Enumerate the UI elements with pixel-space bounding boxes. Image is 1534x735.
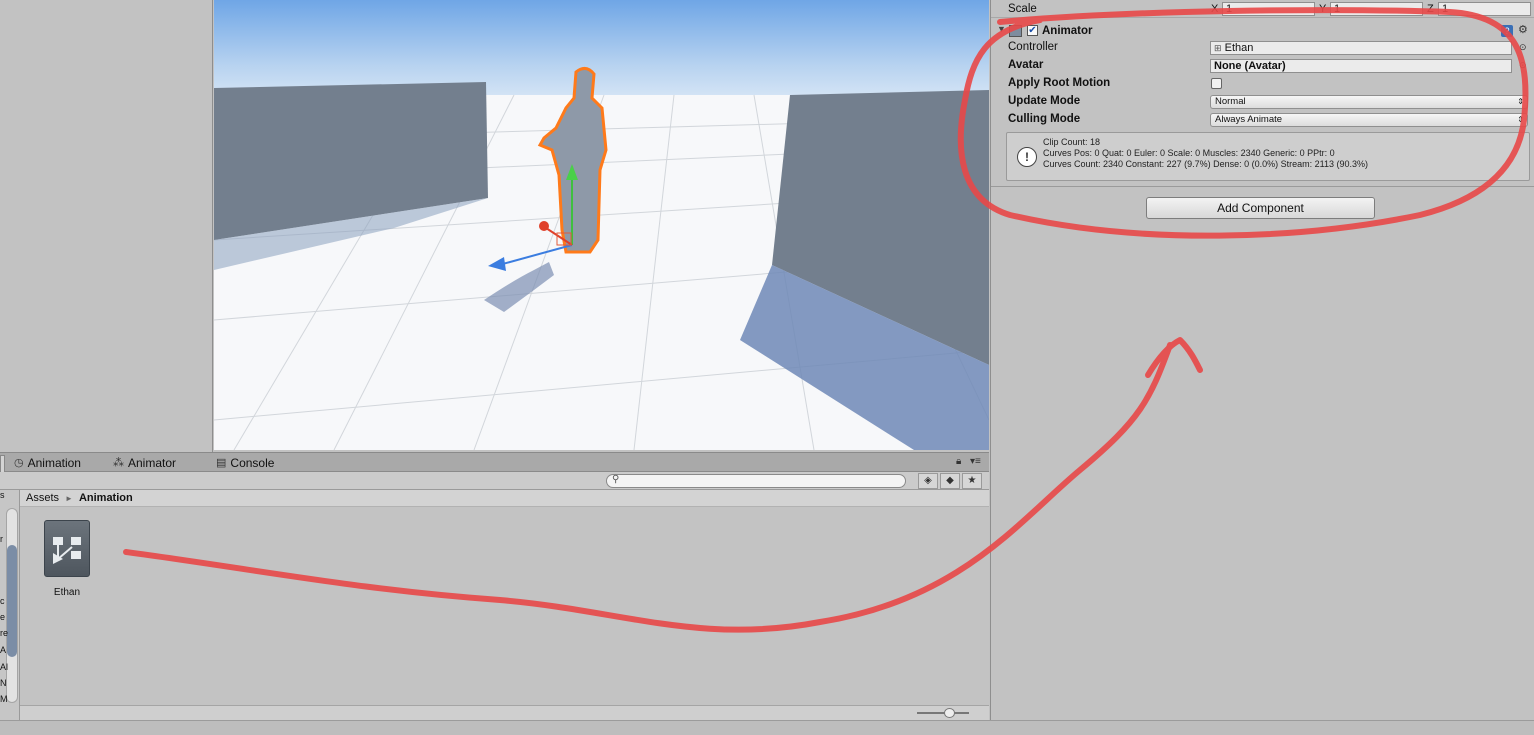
- tree-item[interactable]: Al: [0, 662, 8, 672]
- panel-menu-icon[interactable]: ▾≡: [970, 456, 981, 467]
- breadcrumb: Assets ► Animation: [20, 490, 989, 507]
- curves-count-text: Curves Count: 2340 Constant: 227 (9.7%) …: [1043, 159, 1369, 169]
- icon-size-slider-handle[interactable]: [944, 708, 955, 718]
- apply-root-motion-label: Apply Root Motion: [1008, 77, 1111, 89]
- bottom-tab-bar: ◷ Animation ⁂ Animator ▤ Console 🔒︎ ▾≡: [0, 452, 989, 473]
- foldout-arrow-icon[interactable]: ▼: [997, 24, 1006, 34]
- search-icon: ⚲: [612, 474, 620, 485]
- culling-mode-dropdown[interactable]: Always Animate ⇕: [1210, 113, 1528, 127]
- tab-animator-label: Animator: [128, 456, 177, 470]
- scale-y-field[interactable]: 1: [1330, 2, 1423, 16]
- tab-project[interactable]: [0, 455, 5, 473]
- animator-info-box: ! Clip Count: 18 Curves Pos: 0 Quat: 0 E…: [1006, 132, 1530, 181]
- star-icon: ★: [967, 475, 977, 486]
- console-icon: ▤: [216, 457, 227, 469]
- update-mode-dropdown[interactable]: Normal ⇕: [1210, 95, 1528, 109]
- curves-pos-text: Curves Pos: 0 Quat: 0 Euler: 0 Scale: 0 …: [1043, 148, 1335, 158]
- status-bar: [0, 720, 1534, 735]
- object-picker-icon[interactable]: ⊙: [1519, 42, 1527, 53]
- project-bottom-bar: [20, 705, 989, 720]
- asset-ethan-label: Ethan: [53, 587, 81, 598]
- lock-icon[interactable]: 🔒︎: [956, 456, 961, 467]
- tab-console-label: Console: [230, 456, 275, 470]
- scale-label: Scale: [1008, 3, 1037, 15]
- apply-root-motion-checkbox[interactable]: [1211, 78, 1222, 89]
- clip-count-text: Clip Count: 18: [1043, 137, 1101, 147]
- tree-item[interactable]: re: [0, 628, 8, 638]
- tree-item[interactable]: A: [0, 645, 6, 655]
- breadcrumb-separator: ►: [65, 494, 73, 503]
- tree-item[interactable]: r: [0, 534, 3, 544]
- animator-component-header[interactable]: ▼ ✔ Animator ? ⚙: [991, 22, 1534, 40]
- tree-item[interactable]: c: [0, 596, 5, 606]
- component-divider: [991, 186, 1534, 187]
- project-search-input[interactable]: ⚲: [606, 474, 906, 488]
- asset-ethan[interactable]: Ethan: [44, 520, 90, 598]
- help-icon[interactable]: ?: [1501, 25, 1513, 37]
- filter-type-icon: ◈: [924, 475, 932, 486]
- breadcrumb-assets[interactable]: Assets: [26, 492, 59, 504]
- component-enabled-checkbox[interactable]: ✔: [1027, 25, 1038, 36]
- project-toolbar: ⚲ ◈ ◆ ★: [0, 472, 989, 490]
- filter-by-label-button[interactable]: ◆: [940, 473, 960, 489]
- tab-animator[interactable]: ⁂ Animator: [113, 455, 176, 472]
- breadcrumb-animation[interactable]: Animation: [79, 492, 133, 504]
- scale-y-label: Y: [1319, 3, 1327, 15]
- project-folder-tree[interactable]: s r c e re A Al N M: [0, 490, 20, 720]
- component-title: Animator: [1042, 25, 1093, 37]
- unity-editor-window: ◷ Animation ⁂ Animator ▤ Console 🔒︎ ▾≡ ⚲…: [0, 0, 1534, 735]
- scene-render[interactable]: [214, 0, 989, 450]
- tree-item[interactable]: s: [0, 490, 5, 500]
- controller-value: Ethan: [1224, 42, 1254, 54]
- scale-x-label: X: [1211, 3, 1219, 15]
- scale-x-field[interactable]: 1: [1222, 2, 1315, 16]
- add-component-button[interactable]: Add Component: [1146, 197, 1375, 219]
- filter-by-type-button[interactable]: ◈: [918, 473, 938, 489]
- dropdown-arrows-icon: ⇕: [1517, 115, 1524, 124]
- tree-scrollbar-thumb[interactable]: [7, 545, 17, 657]
- controller-field[interactable]: ⊞ Ethan: [1210, 41, 1512, 55]
- favorites-button[interactable]: ★: [962, 473, 982, 489]
- tab-animation[interactable]: ◷ Animation: [14, 455, 81, 472]
- scale-z-label: Z: [1427, 3, 1434, 15]
- tab-console[interactable]: ▤ Console: [216, 455, 274, 472]
- info-icon: !: [1017, 147, 1037, 167]
- tag-icon: ◆: [946, 475, 954, 486]
- culling-mode-label: Culling Mode: [1008, 113, 1081, 125]
- update-mode-value: Normal: [1215, 96, 1246, 107]
- avatar-field[interactable]: None (Avatar): [1210, 59, 1512, 73]
- inspector-panel: Scale X 1 Y 1 Z 1 ▼ ✔ Animator ? ⚙ Contr…: [990, 0, 1534, 720]
- scene-view[interactable]: [214, 0, 989, 450]
- controller-asset-icon: ⊞: [1214, 43, 1222, 53]
- tab-animation-label: Animation: [27, 456, 81, 470]
- scale-z-field[interactable]: 1: [1438, 2, 1531, 16]
- animator-icon: ⁂: [113, 457, 124, 469]
- culling-mode-value: Always Animate: [1215, 114, 1283, 125]
- tree-item[interactable]: N: [0, 678, 7, 688]
- update-mode-label: Update Mode: [1008, 95, 1081, 107]
- dropdown-arrows-icon: ⇕: [1517, 97, 1524, 106]
- tree-item[interactable]: e: [0, 612, 5, 622]
- project-asset-grid: Ethan: [20, 507, 989, 705]
- animator-controller-icon: [44, 520, 90, 577]
- controller-label: Controller: [1008, 41, 1058, 53]
- tree-item[interactable]: M: [0, 694, 8, 704]
- clock-icon: ◷: [14, 457, 24, 469]
- avatar-label: Avatar: [1008, 59, 1044, 71]
- animator-component-icon: [1009, 25, 1022, 37]
- gear-icon[interactable]: ⚙: [1518, 23, 1528, 36]
- object-picker-icon[interactable]: ⊙: [1519, 60, 1527, 71]
- hierarchy-panel: [0, 0, 213, 452]
- icon-size-slider-track[interactable]: [917, 712, 969, 714]
